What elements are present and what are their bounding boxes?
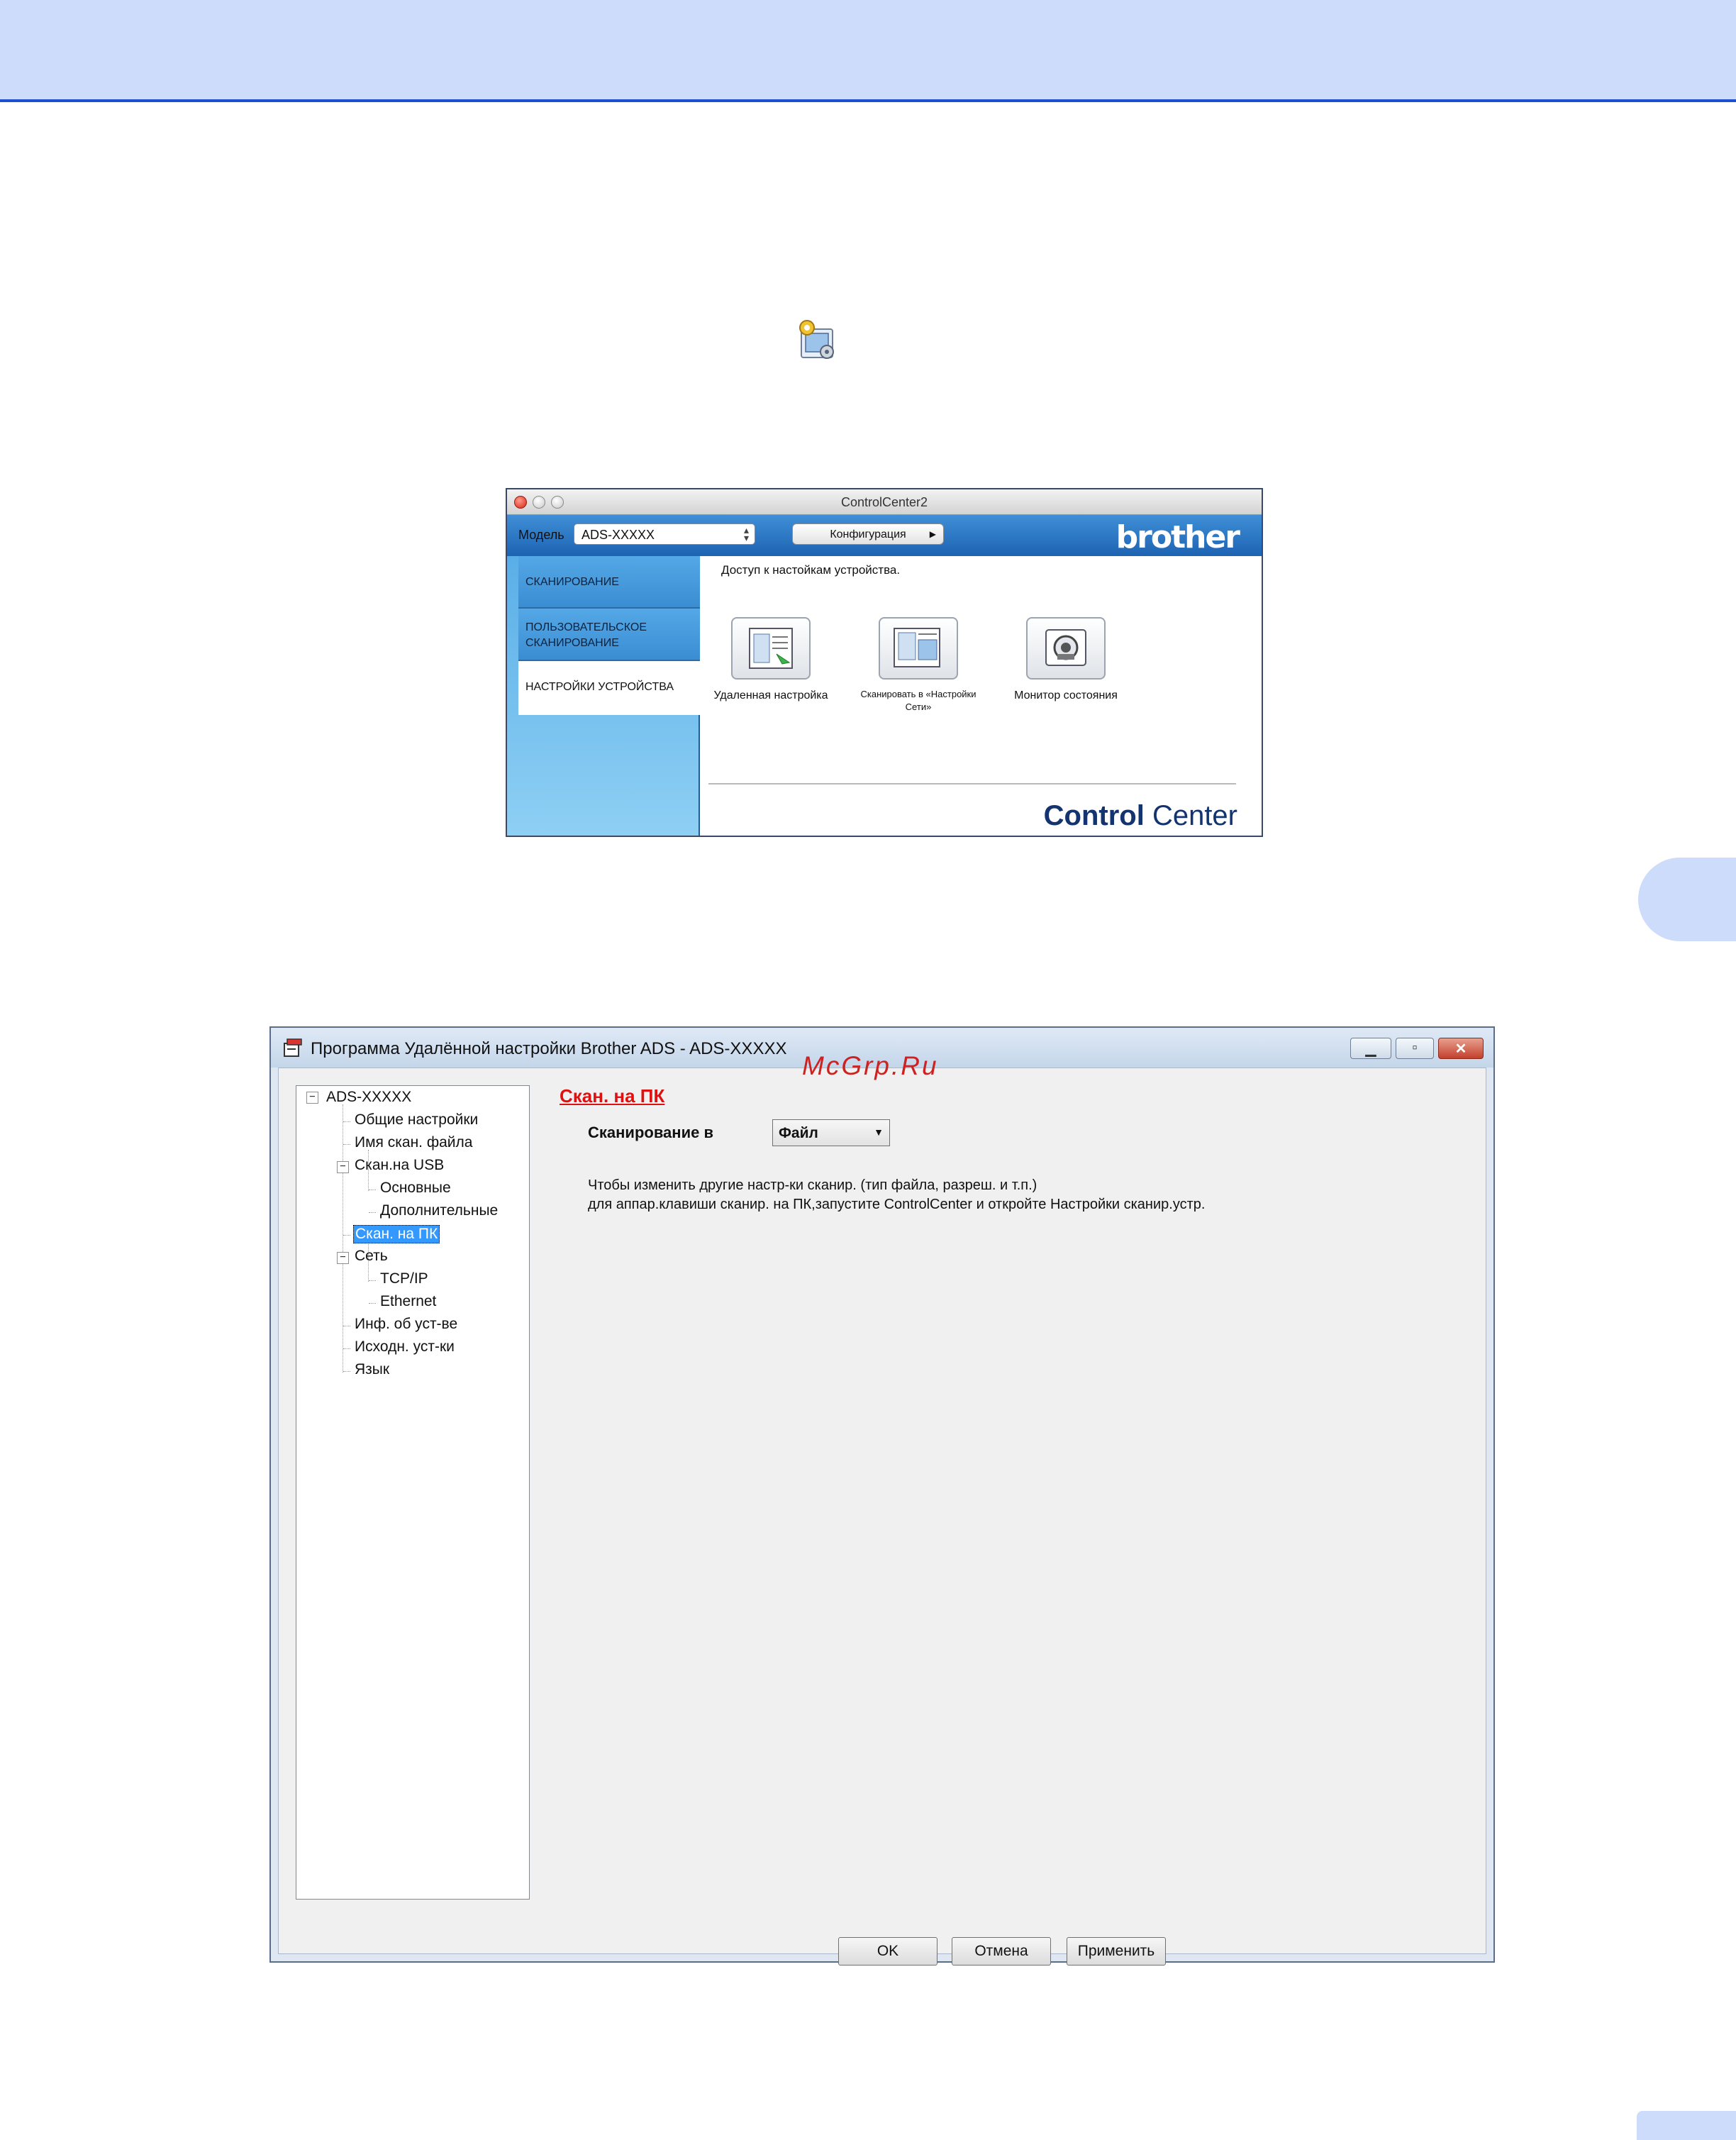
cancel-button[interactable]: Отмена [952,1937,1051,1966]
scan-to-label: Сканирование в [588,1124,713,1141]
tree-item-basic[interactable]: Основные [380,1180,451,1197]
status-monitor-icon[interactable] [1026,617,1106,680]
remote-setup-icon [799,320,834,359]
controlcenter-window: ControlCenter2 Модель ADS-XXXXX ▴ ▾ Конфи… [506,488,1263,837]
collapse-toggle-icon[interactable]: − [337,1252,349,1264]
app-icon [284,1038,302,1057]
watermark: McGrp.Ru [802,1051,939,1080]
scan-to-network-label: Сканировать в «Настройки Сети» [860,689,976,712]
tree-connector [343,1144,350,1145]
minimize-button[interactable]: ▁ [1350,1038,1391,1059]
chevron-down-icon: ▼ [874,1126,884,1138]
content-divider [708,783,1236,785]
controlcenter-title: ControlCenter2 [840,495,928,509]
tree-item-network[interactable]: Сеть [355,1248,388,1265]
remote-setup-body: − ADS-XXXXX Общие настройки Имя скан. фа… [278,1068,1486,1954]
status-monitor-label: Монитор состояния [1014,689,1118,702]
minimize-icon: ▁ [1365,1041,1376,1057]
content-description: Доступ к настойкам устройства. [721,563,901,577]
status-monitor-item[interactable]: Монитор состояния [1002,617,1130,704]
tree-item-general[interactable]: Общие настройки [355,1111,478,1129]
tree-connector [369,1303,376,1304]
controlcenter-sidebar: СКАНИРОВАНИЕ ПОЛЬЗОВАТЕЛЬСКОЕ СКАНИРОВАН… [507,556,700,836]
tree-item-language[interactable]: Язык [355,1361,389,1378]
tree-item-defaults[interactable]: Исходн. уст-ки [355,1338,455,1355]
tab-scan[interactable]: СКАНИРОВАНИЕ [518,556,700,609]
tree-connector [369,1280,376,1281]
tab-custom-scan[interactable]: ПОЛЬЗОВАТЕЛЬСКОЕ СКАНИРОВАНИЕ [518,609,700,661]
tree-item-ethernet[interactable]: Ethernet [380,1293,436,1310]
tree-connector [343,1348,350,1349]
remote-setup-label: Удаленная настройка [713,689,828,702]
up-down-arrows-icon: ▴ ▾ [743,524,749,543]
controlcenter-titlebar: ControlCenter2 [507,489,1262,515]
control-center-logo: Control Center [1044,800,1237,832]
remote-setup-window: Программа Удалённой настройки Brother AD… [269,1026,1495,1966]
remote-setup-title: Программа Удалённой настройки Brother AD… [311,1039,787,1058]
configuration-button-label: Конфигурация [830,528,906,540]
collapse-toggle-icon[interactable]: − [337,1161,349,1173]
manual-page: ControlCenter2 Модель ADS-XXXXX ▴ ▾ Конфи… [0,0,1736,2140]
close-button[interactable]: ✕ [1438,1038,1484,1059]
model-select-value: ADS-XXXXX [582,528,655,542]
apply-button[interactable]: Применить [1067,1937,1166,1966]
model-select[interactable]: ADS-XXXXX ▴ ▾ [574,523,755,545]
tree-item-advanced[interactable]: Дополнительные [380,1202,498,1219]
logo-control-text: Control [1043,800,1145,831]
settings-note: Чтобы изменить другие настр-ки сканир. (… [588,1176,1205,1214]
tree-connector [343,1371,350,1372]
tree-item-scan-usb[interactable]: Скан.на USB [355,1157,444,1174]
tree-connector [369,1212,376,1213]
settings-tree[interactable]: − ADS-XXXXX Общие настройки Имя скан. фа… [296,1085,530,1900]
tree-item-scan-filename[interactable]: Имя скан. файла [355,1134,472,1151]
controlcenter-content: Доступ к настойкам устройства. Удаленная… [701,556,1262,836]
model-label: Модель [518,528,564,542]
tree-item-device-info[interactable]: Инф. об уст-ве [355,1316,457,1333]
scan-to-select[interactable]: Файл ▼ [772,1119,890,1146]
close-icon: ✕ [1454,1041,1467,1057]
settings-note-line1: Чтобы изменить другие настр-ки сканир. (… [588,1177,1037,1193]
configuration-button[interactable]: Конфигурация ▶ [792,523,944,545]
logo-center-text: Center [1144,800,1237,831]
brother-logo: brother [1115,519,1240,555]
page-number-box [1637,2111,1736,2140]
maximize-icon: ▫ [1412,1040,1418,1055]
header-band [0,0,1736,102]
remote-setup-icon[interactable] [731,617,811,680]
settings-note-line2: для аппар.клавиши сканир. на ПК,запустит… [588,1197,1206,1212]
tree-connector [343,1235,350,1236]
tab-device-settings[interactable]: НАСТРОЙКИ УСТРОЙСТВА [518,661,700,715]
collapse-toggle-icon[interactable]: − [306,1092,318,1104]
tree-connector [343,1121,350,1122]
scan-to-select-value: Файл [779,1125,818,1141]
ok-button[interactable]: OK [838,1937,937,1966]
section-title: Скан. на ПК [560,1085,665,1107]
remote-setup-item[interactable]: Удаленная настройка [707,617,835,704]
maximize-button[interactable]: ▫ [1396,1038,1434,1059]
chapter-thumb-tab [1638,858,1736,941]
scan-to-network-item[interactable]: Сканировать в «Настройки Сети» [855,617,982,714]
scan-to-network-icon[interactable] [879,617,958,680]
tree-item-scan-to-pc[interactable]: Скан. на ПК [353,1225,440,1243]
play-triangle-icon: ▶ [929,529,936,539]
tree-item-device[interactable]: ADS-XXXXX [326,1089,411,1106]
tree-item-tcpip[interactable]: TCP/IP [380,1270,428,1287]
controlcenter-toolbar: Модель ADS-XXXXX ▴ ▾ Конфигурация ▶ broth… [507,515,1262,556]
